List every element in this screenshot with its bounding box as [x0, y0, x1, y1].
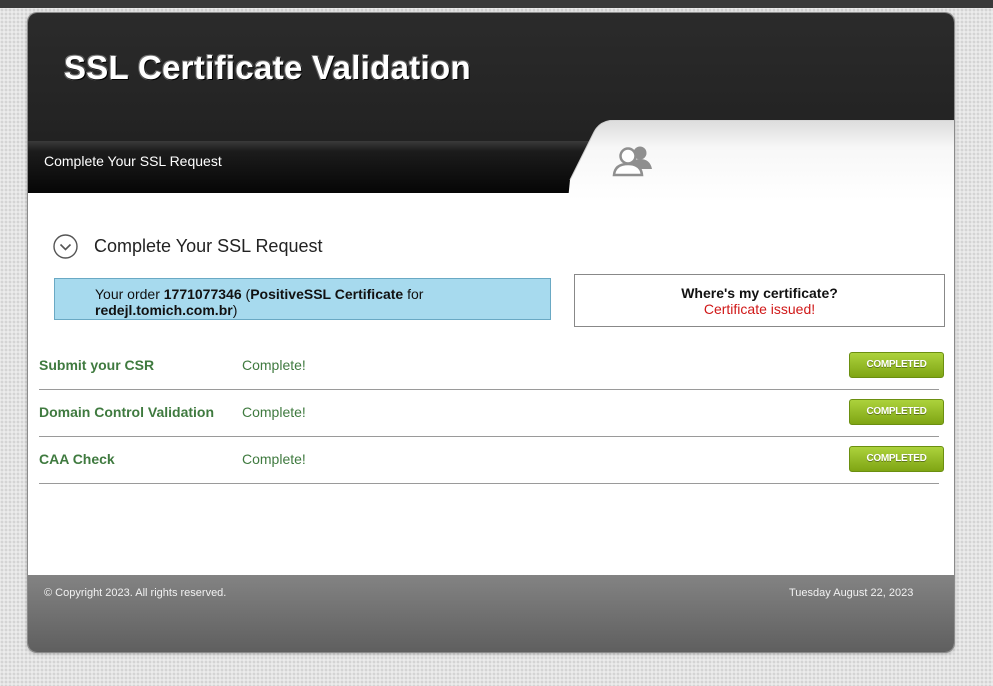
step-name: Domain Control Validation: [39, 404, 215, 420]
order-for: for: [403, 286, 424, 302]
order-info-box: Your order 1771077346 (PositiveSSL Certi…: [54, 278, 551, 320]
footer-date: Tuesday August 22, 2023: [789, 587, 914, 599]
site-title: SSL Certificate Validation: [64, 49, 471, 86]
completed-badge: COMPLETED: [849, 352, 944, 378]
site-footer: © Copyright 2023. All rights reserved. T…: [28, 575, 954, 652]
order-open-paren: (: [241, 286, 251, 302]
top-bar: [0, 0, 993, 8]
step-row: CAA Check Complete! COMPLETED: [39, 437, 944, 484]
page-container: SSL Certificate Validation Complete Your…: [28, 13, 954, 652]
order-domain-line: redejl.tomich.com.br): [95, 302, 237, 318]
chevron-down-circle-icon[interactable]: [53, 234, 78, 259]
step-status: Complete!: [242, 357, 306, 373]
validation-steps: Submit your CSR Complete! COMPLETED Doma…: [39, 343, 944, 484]
copyright-text: © Copyright 2023. All rights reserved.: [44, 587, 227, 599]
users-icon: [612, 146, 652, 177]
completed-badge: COMPLETED: [849, 446, 944, 472]
section-title: Complete Your SSL Request: [94, 236, 323, 256]
certificate-status: Certificate issued!: [703, 301, 816, 317]
certificate-status-box: Where's my certificate? Certificate issu…: [574, 274, 945, 327]
step-status: Complete!: [242, 451, 306, 467]
completed-badge: COMPLETED: [849, 399, 944, 425]
certificate-question: Where's my certificate?: [681, 285, 838, 301]
step-name: CAA Check: [39, 451, 115, 467]
order-prefix: Your order: [95, 286, 164, 302]
order-number: 1771077346: [163, 286, 242, 302]
step-name: Submit your CSR: [39, 357, 155, 373]
nav-label: Complete Your SSL Request: [44, 153, 222, 169]
step-row: Domain Control Validation Complete! COMP…: [39, 390, 944, 437]
order-domain: redejl.tomich.com.br: [95, 302, 233, 318]
order-product: PositiveSSL Certificate: [250, 286, 404, 302]
order-close-paren: ): [232, 302, 238, 318]
order-line: Your order 1771077346 (PositiveSSL Certi…: [95, 286, 423, 302]
step-row: Submit your CSR Complete! COMPLETED: [39, 343, 944, 390]
step-status: Complete!: [242, 404, 306, 420]
